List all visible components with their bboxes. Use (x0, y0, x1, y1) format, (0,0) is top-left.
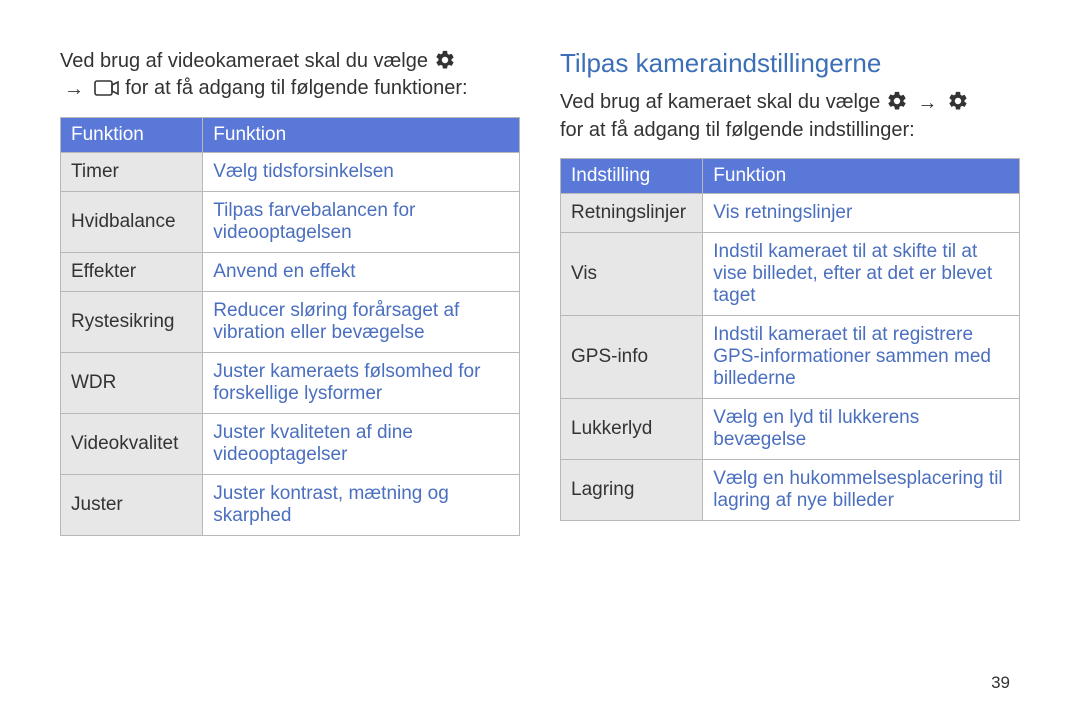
cell-label: Effekter (61, 253, 203, 292)
table-row: LagringVælg en hukommelsesplacering til … (561, 460, 1020, 521)
table-header-row: Funktion Funktion (61, 118, 520, 153)
table-row: EffekterAnvend en effekt (61, 253, 520, 292)
video-functions-table: Funktion Funktion TimerVælg tidsforsinke… (60, 117, 520, 536)
camera-settings-table: Indstilling Funktion RetningslinjerVis r… (560, 158, 1020, 521)
cell-desc: Anvend en effekt (203, 253, 520, 292)
cell-label: Vis (561, 233, 703, 316)
cell-label: Lagring (561, 460, 703, 521)
cell-label: Lukkerlyd (561, 399, 703, 460)
right-column: Tilpas kameraindstillingerne Ved brug af… (560, 48, 1020, 536)
gear-icon (947, 90, 969, 112)
cell-label: GPS-info (561, 316, 703, 399)
gear-icon (434, 49, 456, 71)
table-row: JusterJuster kontrast, mætning og skarph… (61, 475, 520, 536)
table-row: VisIndstil kameraet til at skifte til at… (561, 233, 1020, 316)
table-row: VideokvalitetJuster kvaliteten af dine v… (61, 414, 520, 475)
cell-label: WDR (61, 353, 203, 414)
table-row: RetningslinjerVis retningslinjer (561, 194, 1020, 233)
cell-desc: Juster kvaliteten af dine videooptagelse… (203, 414, 520, 475)
table-header-row: Indstilling Funktion (561, 159, 1020, 194)
cell-label: Hvidbalance (61, 192, 203, 253)
header-funktion-2: Funktion (203, 118, 520, 153)
cell-label: Rystesikring (61, 292, 203, 353)
manual-page: Ved brug af videokameraet skal du vælge … (0, 0, 1080, 721)
left-intro-text-b: for at få adgang til følgende funktioner… (125, 77, 467, 99)
gear-icon (886, 90, 908, 112)
left-intro-text-a: Ved brug af videokameraet skal du vælge (60, 50, 434, 72)
table-row: LukkerlydVælg en lyd til lukkerens bevæg… (561, 399, 1020, 460)
table-row: GPS-infoIndstil kameraet til at registre… (561, 316, 1020, 399)
cell-label: Juster (61, 475, 203, 536)
right-intro-text-a: Ved brug af kameraet skal du vælge (560, 91, 886, 113)
cell-label: Videokvalitet (61, 414, 203, 475)
two-column-layout: Ved brug af videokameraet skal du vælge … (60, 48, 1020, 536)
left-column: Ved brug af videokameraet skal du vælge … (60, 48, 520, 536)
cell-label: Timer (61, 153, 203, 192)
table-row: RystesikringReducer sløring forårsaget a… (61, 292, 520, 353)
videocamera-icon (94, 78, 120, 98)
cell-desc: Reducer sløring forårsaget af vibration … (203, 292, 520, 353)
cell-desc: Juster kameraets følsomhed for forskelli… (203, 353, 520, 414)
arrow-icon: → (64, 76, 84, 103)
section-title: Tilpas kameraindstillingerne (560, 48, 1020, 79)
cell-desc: Vælg en hukommelsesplacering til lagring… (703, 460, 1020, 521)
header-funktion: Funktion (703, 159, 1020, 194)
table-row: HvidbalanceTilpas farvebalancen for vide… (61, 192, 520, 253)
cell-desc: Indstil kameraet til at registrere GPS-i… (703, 316, 1020, 399)
arrow-icon: → (917, 90, 937, 117)
cell-desc: Vis retningslinjer (703, 194, 1020, 233)
cell-label: Retningslinjer (561, 194, 703, 233)
cell-desc: Vælg tidsforsinkelsen (203, 153, 520, 192)
cell-desc: Tilpas farvebalancen for videooptagelsen (203, 192, 520, 253)
left-intro: Ved brug af videokameraet skal du vælge … (60, 48, 520, 103)
table-row: WDRJuster kameraets følsomhed for forske… (61, 353, 520, 414)
right-intro: Ved brug af kameraet skal du vælge → for… (560, 89, 1020, 144)
header-indstilling: Indstilling (561, 159, 703, 194)
cell-desc: Vælg en lyd til lukkerens bevægelse (703, 399, 1020, 460)
header-funktion-1: Funktion (61, 118, 203, 153)
right-intro-text-b: for at få adgang til følgende indstillin… (560, 119, 915, 141)
cell-desc: Indstil kameraet til at skifte til at vi… (703, 233, 1020, 316)
cell-desc: Juster kontrast, mætning og skarphed (203, 475, 520, 536)
page-number: 39 (991, 673, 1010, 693)
table-row: TimerVælg tidsforsinkelsen (61, 153, 520, 192)
